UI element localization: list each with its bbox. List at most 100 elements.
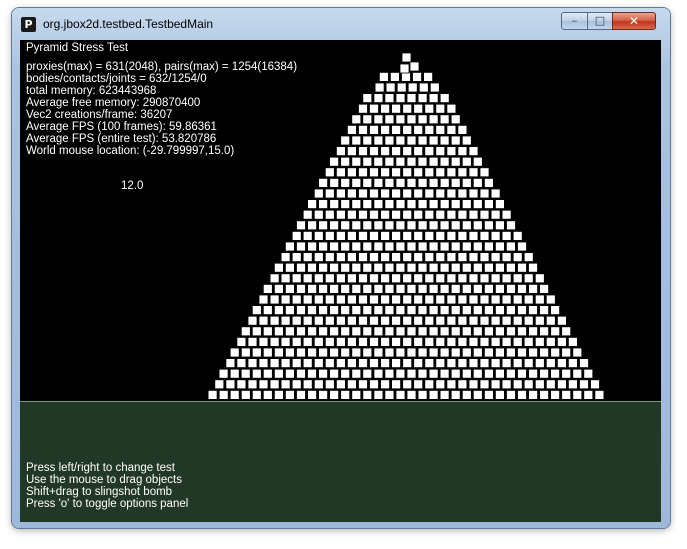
pyramid-box[interactable] [483,220,494,231]
pyramid-box[interactable] [284,283,295,294]
pyramid-box[interactable] [446,315,457,326]
pyramid-box[interactable] [340,199,351,210]
pyramid-box[interactable] [446,209,457,220]
pyramid-box[interactable] [428,114,439,125]
pyramid-box[interactable] [207,389,218,400]
pyramid-box[interactable] [318,241,329,252]
pyramid-box[interactable] [517,241,527,252]
pyramid-box[interactable] [302,273,313,284]
pyramid-box[interactable] [380,294,391,305]
pyramid-box[interactable] [351,241,362,252]
pyramid-box[interactable] [262,389,273,400]
pyramid-box[interactable] [351,347,362,358]
pyramid-box[interactable] [291,379,302,390]
pyramid-box[interactable] [351,114,362,125]
pyramid-box[interactable] [380,125,391,135]
pyramid-box[interactable] [472,241,483,252]
pyramid-box[interactable] [461,177,472,188]
pyramid-box[interactable] [324,188,335,199]
pyramid-box[interactable] [391,379,402,390]
pyramid-box[interactable] [512,315,523,326]
pyramid-box[interactable] [402,294,413,305]
pyramid-box[interactable] [501,252,512,263]
pyramid-box[interactable] [561,326,572,337]
pyramid-box[interactable] [439,389,450,400]
pyramid-box[interactable] [324,273,335,284]
pyramid-box[interactable] [517,347,527,358]
pyramid-box[interactable] [557,379,567,390]
pyramid-box[interactable] [307,241,318,252]
pyramid-box[interactable] [472,262,483,273]
pyramid-box[interactable] [384,93,395,103]
pyramid-box[interactable] [446,125,457,135]
pyramid-box[interactable] [335,146,346,156]
pyramid-box[interactable] [439,220,450,231]
pyramid-box[interactable] [324,336,335,347]
pyramid-box[interactable] [369,103,379,114]
pyramid-box[interactable] [302,209,313,220]
pyramid-box[interactable] [472,156,483,167]
pyramid-box[interactable] [391,230,402,241]
pyramid-box[interactable] [391,315,402,326]
pyramid-box[interactable] [457,336,468,347]
pyramid-box[interactable] [351,177,362,188]
pyramid-box[interactable] [468,167,479,178]
pyramid-box[interactable] [490,230,501,241]
pyramid-box[interactable] [373,156,384,167]
pyramid-box[interactable] [450,305,461,316]
pyramid-box[interactable] [395,156,406,167]
pyramid-box[interactable] [362,156,373,167]
pyramid-box[interactable] [395,368,406,379]
pyramid-box[interactable] [490,379,501,390]
pyramid-box[interactable] [351,305,362,316]
pyramid-box[interactable] [335,336,346,347]
pyramid-box[interactable] [568,336,578,347]
pyramid-box[interactable] [389,72,400,82]
pyramid-box[interactable] [258,379,269,390]
pyramid-box[interactable] [468,209,479,220]
pyramid-box[interactable] [236,379,247,390]
pyramid-box[interactable] [358,188,368,199]
pyramid-box[interactable] [417,220,428,231]
pyramid-box[interactable] [329,177,340,188]
pyramid-box[interactable] [273,283,284,294]
pyramid-box[interactable] [468,294,479,305]
pyramid-box[interactable] [472,326,483,337]
pyramid-box[interactable] [439,368,450,379]
pyramid-box[interactable] [402,167,413,178]
pyramid-box[interactable] [435,252,446,263]
pyramid-box[interactable] [501,315,512,326]
pyramid-box[interactable] [523,252,534,263]
pyramid-box[interactable] [583,389,594,400]
pyramid-box[interactable] [446,358,457,369]
pyramid-box[interactable] [335,294,346,305]
pyramid-box[interactable] [494,347,505,358]
pyramid-box[interactable] [446,230,457,241]
pyramid-box[interactable] [428,305,439,316]
pyramid-box[interactable] [457,379,468,390]
pyramid-box[interactable] [417,262,428,273]
pyramid-box[interactable] [329,283,340,294]
pyramid-box[interactable] [307,262,317,273]
pyramid-box[interactable] [490,273,501,284]
pyramid-box[interactable] [384,389,395,400]
pyramid-box[interactable] [313,315,324,326]
pyramid-box[interactable] [284,262,295,273]
pyramid-box[interactable] [506,389,516,400]
pyramid-box[interactable] [313,336,324,347]
pyramid-box[interactable] [435,358,446,369]
pyramid-box[interactable] [428,156,439,167]
pyramid-box[interactable] [439,114,450,125]
pyramid-box[interactable] [380,103,391,114]
pyramid-box[interactable] [391,336,402,347]
pyramid-box[interactable] [517,389,527,400]
pyramid-box[interactable] [262,305,273,316]
pyramid-box[interactable] [494,283,505,294]
pyramid-box[interactable] [528,305,538,316]
pyramid-box[interactable] [407,82,418,93]
pyramid-box[interactable] [406,114,417,125]
pyramid-box[interactable] [313,252,324,263]
pyramid-box[interactable] [501,230,512,241]
pyramid-box[interactable] [457,294,468,305]
pyramid-box[interactable] [362,241,373,252]
